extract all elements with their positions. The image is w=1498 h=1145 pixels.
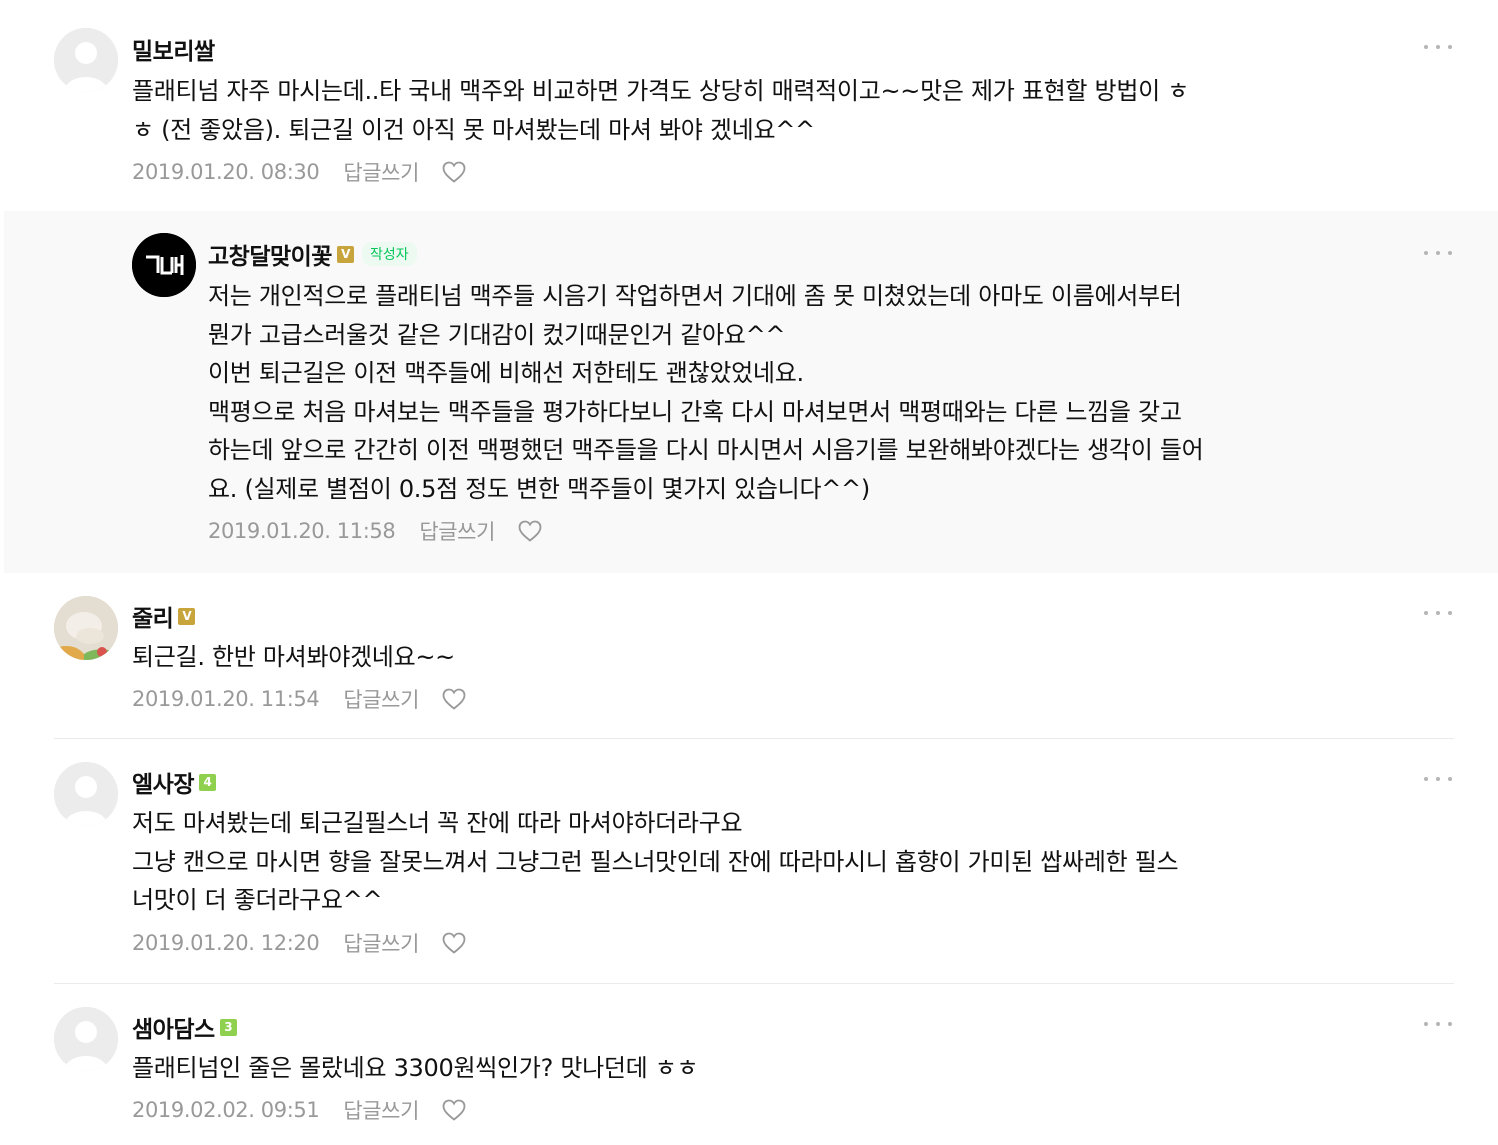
comment-nickname[interactable]: 줄리 V [132,599,196,633]
reply-button[interactable]: 답글쓰기 [419,516,495,546]
more-dots-icon[interactable] [1424,243,1452,263]
author-tag: 작성자 [361,242,417,266]
more-dots-icon[interactable] [1424,37,1452,57]
comment-date: 2019.01.20. 08:30 [132,160,320,184]
comment-meta: 2019.01.20. 11:58 답글쓰기 [208,516,543,546]
comment-meta: 2019.01.20. 11:54 답글쓰기 [132,684,467,714]
comment-text: 저는 개인적으로 플래티넘 맥주들 시음기 작업하면서 기대에 좀 못 미쳤었는… [208,282,1204,503]
comment-meta: 2019.02.02. 09:51 답글쓰기 [132,1095,467,1125]
nickname-text[interactable]: 엘사장 [132,765,194,799]
nickname-text[interactable]: 밀보리쌀 [132,32,215,66]
reply-button[interactable]: 답글쓰기 [343,684,419,714]
reply-button[interactable]: 답글쓰기 [343,1095,419,1125]
comment-date: 2019.01.20. 11:58 [208,519,396,543]
user-avatar[interactable] [54,596,118,660]
reply-button[interactable]: 답글쓰기 [343,157,419,187]
default-avatar-icon[interactable] [54,28,118,92]
more-dots-icon[interactable] [1424,769,1452,789]
level-badge: 4 [198,773,216,791]
heart-outline-icon[interactable] [441,687,467,711]
heart-outline-icon[interactable] [441,1098,467,1122]
verified-badge: V [178,607,196,625]
nickname-text[interactable]: 고창달맞이꽃 [208,237,332,271]
comment-item: 밀보리쌀 플래티넘 자주 마시는데..타 국내 맥주와 비교하면 가격도 상당히… [0,0,1498,210]
nickname-text[interactable]: 샘아담스 [132,1010,215,1044]
comment-nickname[interactable]: 밀보리쌀 [132,32,215,66]
comment-date: 2019.01.20. 11:54 [132,687,320,711]
comment-nickname[interactable]: 샘아담스 3 [132,1010,237,1044]
heart-outline-icon[interactable] [441,160,467,184]
level-badge: 3 [219,1018,237,1036]
comment-date: 2019.01.20. 12:20 [132,931,320,955]
comment-item: 엘사장 4 저도 마셔봤는데 퇴근길필스너 꼭 잔에 따라 마셔야하더라구요 그… [0,739,1498,983]
comment-meta: 2019.01.20. 08:30 답글쓰기 [132,157,467,187]
comment-text: 퇴근길. 한반 마셔봐야겠네요~~ [132,643,455,671]
comment-text: 저도 마셔봤는데 퇴근길필스너 꼭 잔에 따라 마셔야하더라구요 그냥 캔으로 … [132,809,1179,914]
nickname-text[interactable]: 줄리 [132,599,174,633]
author-reply-item: 고창달맞이꽃 V 작성자 저는 개인적으로 플래티넘 맥주들 시음기 작업하면서… [4,211,1498,573]
comment-nickname[interactable]: 엘사장 4 [132,765,216,799]
author-avatar[interactable] [132,233,196,297]
comment-item: 샘아담스 3 플래티넘인 줄은 몰랐네요 3300원씩인가? 맛나던데 ㅎㅎ 2… [0,984,1498,1145]
verified-badge: V [336,245,354,263]
comment-date: 2019.02.02. 09:51 [132,1098,320,1122]
default-avatar-icon[interactable] [54,762,118,826]
comment-nickname[interactable]: 고창달맞이꽃 V 작성자 [208,237,417,271]
comment-text: 플래티넘인 줄은 몰랐네요 3300원씩인가? 맛나던데 ㅎㅎ [132,1054,699,1082]
more-dots-icon[interactable] [1424,603,1452,623]
more-dots-icon[interactable] [1424,1014,1452,1034]
heart-outline-icon[interactable] [441,931,467,955]
heart-outline-icon[interactable] [517,519,543,543]
reply-button[interactable]: 답글쓰기 [343,928,419,958]
comment-meta: 2019.01.20. 12:20 답글쓰기 [132,928,467,958]
default-avatar-icon[interactable] [54,1007,118,1071]
comment-text: 플래티넘 자주 마시는데..타 국내 맥주와 비교하면 가격도 상당히 매력적이… [132,77,1189,144]
comment-item: 줄리 V 퇴근길. 한반 마셔봐야겠네요~~ 2019.01.20. 11:54… [0,573,1498,738]
